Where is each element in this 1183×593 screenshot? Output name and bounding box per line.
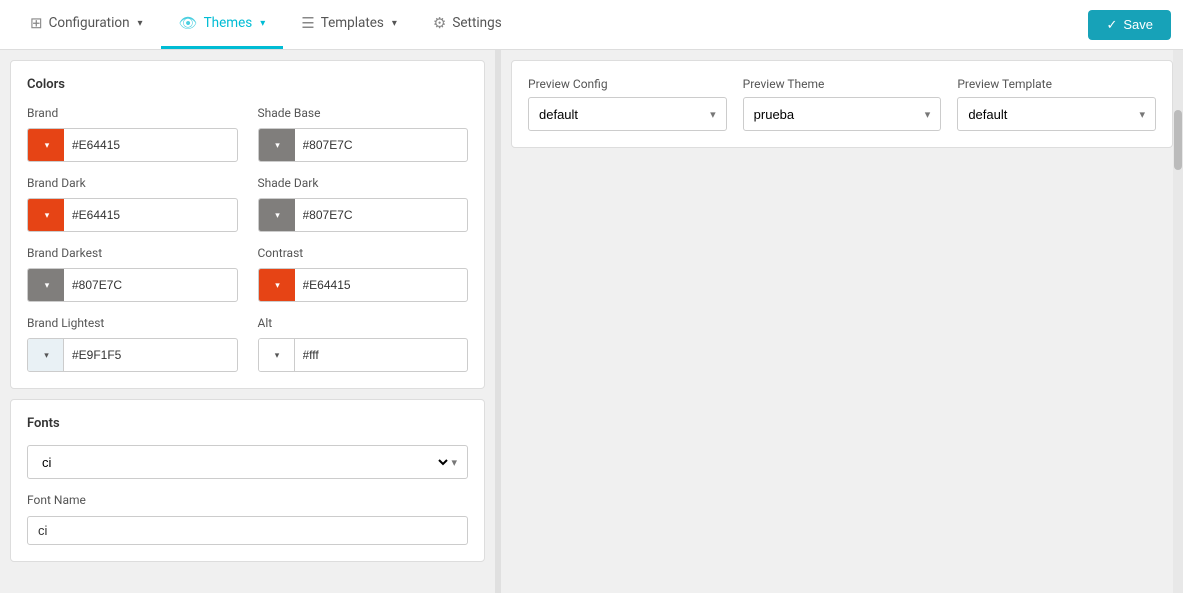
brand-swatch-button[interactable]: ▾ <box>28 129 64 161</box>
swatch-chevron-icon: ▾ <box>45 210 50 221</box>
checkmark-icon: ✓ <box>1106 17 1117 33</box>
nav-item-themes[interactable]: 👁 Themes ▾ <box>161 0 284 49</box>
brand-lightest-input-row: ▾ <box>27 338 238 372</box>
nav-label-templates: Templates <box>321 15 384 31</box>
swatch-chevron-icon: ▾ <box>44 350 49 361</box>
chevron-down-icon: ▾ <box>451 456 457 469</box>
font-select[interactable]: ci default roboto <box>38 454 451 471</box>
swatch-chevron-icon: ▾ <box>275 280 280 291</box>
brand-darkest-color-input[interactable] <box>64 269 237 301</box>
contrast-field-group: Contrast ▾ <box>258 246 469 302</box>
shade-dark-label: Shade Dark <box>258 176 469 190</box>
nav-label-settings: Settings <box>452 15 501 31</box>
brand-lightest-label: Brand Lightest <box>27 316 238 330</box>
chevron-down-icon: ▾ <box>710 108 716 121</box>
swatch-chevron-icon: ▾ <box>275 140 280 151</box>
nav-item-templates[interactable]: ☰ Templates ▾ <box>283 0 415 49</box>
preview-template-label: Preview Template <box>957 77 1156 91</box>
brand-darkest-input-row: ▾ <box>27 268 238 302</box>
contrast-label: Contrast <box>258 246 469 260</box>
brand-input-row: ▾ <box>27 128 238 162</box>
brand-lightest-swatch-button[interactable]: ▾ <box>28 339 64 371</box>
brand-lightest-field-group: Brand Lightest ▾ <box>27 316 238 372</box>
colors-section-card: Colors Brand ▾ Shade Base <box>10 60 485 389</box>
brand-darkest-label: Brand Darkest <box>27 246 238 260</box>
font-name-input[interactable] <box>27 516 468 545</box>
font-select-row[interactable]: ci default roboto ▾ <box>27 445 468 479</box>
preview-theme-select-row[interactable]: prueba default ▾ <box>743 97 942 131</box>
shade-base-label: Shade Base <box>258 106 469 120</box>
preview-theme-group: Preview Theme prueba default ▾ <box>743 77 942 131</box>
colors-title: Colors <box>27 77 468 92</box>
nav-label-configuration: Configuration <box>49 15 130 31</box>
shade-dark-swatch-button[interactable]: ▾ <box>259 199 295 231</box>
save-label: Save <box>1123 17 1153 32</box>
scrollbar-thumb[interactable] <box>1174 110 1182 170</box>
colors-grid: Brand ▾ Shade Base ▾ <box>27 106 468 372</box>
chevron-down-icon: ▾ <box>1139 108 1145 121</box>
preview-theme-label: Preview Theme <box>743 77 942 91</box>
brand-lightest-color-input[interactable] <box>64 339 237 371</box>
right-scrollbar[interactable] <box>1173 50 1183 593</box>
chevron-down-icon: ▾ <box>138 18 143 29</box>
alt-label: Alt <box>258 316 469 330</box>
swatch-chevron-icon: ▾ <box>45 140 50 151</box>
brand-dark-label: Brand Dark <box>27 176 238 190</box>
preview-template-select[interactable]: default <box>968 107 1139 122</box>
settings-icon: ⚙ <box>433 14 446 32</box>
chevron-down-icon: ▾ <box>925 108 931 121</box>
alt-field-group: Alt ▾ <box>258 316 469 372</box>
contrast-input-row: ▾ <box>258 268 469 302</box>
brand-darkest-field-group: Brand Darkest ▾ <box>27 246 238 302</box>
preview-config-group: Preview Config default ▾ <box>528 77 727 131</box>
brand-dark-field-group: Brand Dark ▾ <box>27 176 238 232</box>
shade-dark-color-input[interactable] <box>295 199 468 231</box>
contrast-swatch-button[interactable]: ▾ <box>259 269 295 301</box>
templates-icon: ☰ <box>301 14 314 32</box>
font-name-label: Font Name <box>27 493 468 507</box>
brand-dark-input-row: ▾ <box>27 198 238 232</box>
preview-theme-select[interactable]: prueba default <box>754 107 925 122</box>
preview-template-group: Preview Template default ▾ <box>957 77 1156 131</box>
alt-input-row: ▾ <box>258 338 469 372</box>
shade-base-input-row: ▾ <box>258 128 469 162</box>
chevron-down-icon: ▾ <box>392 18 397 29</box>
right-panel: Preview Config default ▾ Preview Theme p… <box>501 50 1183 593</box>
alt-color-input[interactable] <box>295 339 468 371</box>
shade-base-swatch-button[interactable]: ▾ <box>259 129 295 161</box>
themes-icon: 👁 <box>179 14 198 32</box>
shade-base-field-group: Shade Base ▾ <box>258 106 469 162</box>
topnav: ⊞ Configuration ▾ 👁 Themes ▾ ☰ Templates… <box>0 0 1183 50</box>
brand-label: Brand <box>27 106 238 120</box>
save-button[interactable]: ✓ Save <box>1088 10 1171 40</box>
main-layout: Colors Brand ▾ Shade Base <box>0 50 1183 593</box>
fonts-title: Fonts <box>27 416 468 431</box>
shade-base-color-input[interactable] <box>295 129 468 161</box>
left-panel: Colors Brand ▾ Shade Base <box>0 50 495 593</box>
preview-config-label: Preview Config <box>528 77 727 91</box>
preview-config-select[interactable]: default <box>539 107 710 122</box>
swatch-chevron-icon: ▾ <box>275 350 280 361</box>
swatch-chevron-icon: ▾ <box>275 210 280 221</box>
brand-dark-color-input[interactable] <box>64 199 237 231</box>
preview-dropdowns: Preview Config default ▾ Preview Theme p… <box>528 77 1156 131</box>
preview-card: Preview Config default ▾ Preview Theme p… <box>511 60 1173 148</box>
brand-darkest-swatch-button[interactable]: ▾ <box>28 269 64 301</box>
fonts-section-card: Fonts ci default roboto ▾ Font Name <box>10 399 485 562</box>
nav-item-configuration[interactable]: ⊞ Configuration ▾ <box>12 0 161 49</box>
alt-swatch-button[interactable]: ▾ <box>259 339 295 371</box>
chevron-down-icon: ▾ <box>260 18 265 29</box>
brand-dark-swatch-button[interactable]: ▾ <box>28 199 64 231</box>
nav-label-themes: Themes <box>204 15 253 31</box>
preview-template-select-row[interactable]: default ▾ <box>957 97 1156 131</box>
brand-field-group: Brand ▾ <box>27 106 238 162</box>
nav-item-settings[interactable]: ⚙ Settings <box>415 0 520 49</box>
contrast-color-input[interactable] <box>295 269 468 301</box>
shade-dark-field-group: Shade Dark ▾ <box>258 176 469 232</box>
preview-config-select-row[interactable]: default ▾ <box>528 97 727 131</box>
shade-dark-input-row: ▾ <box>258 198 469 232</box>
configuration-icon: ⊞ <box>30 14 43 32</box>
brand-color-input[interactable] <box>64 129 237 161</box>
swatch-chevron-icon: ▾ <box>45 280 50 291</box>
